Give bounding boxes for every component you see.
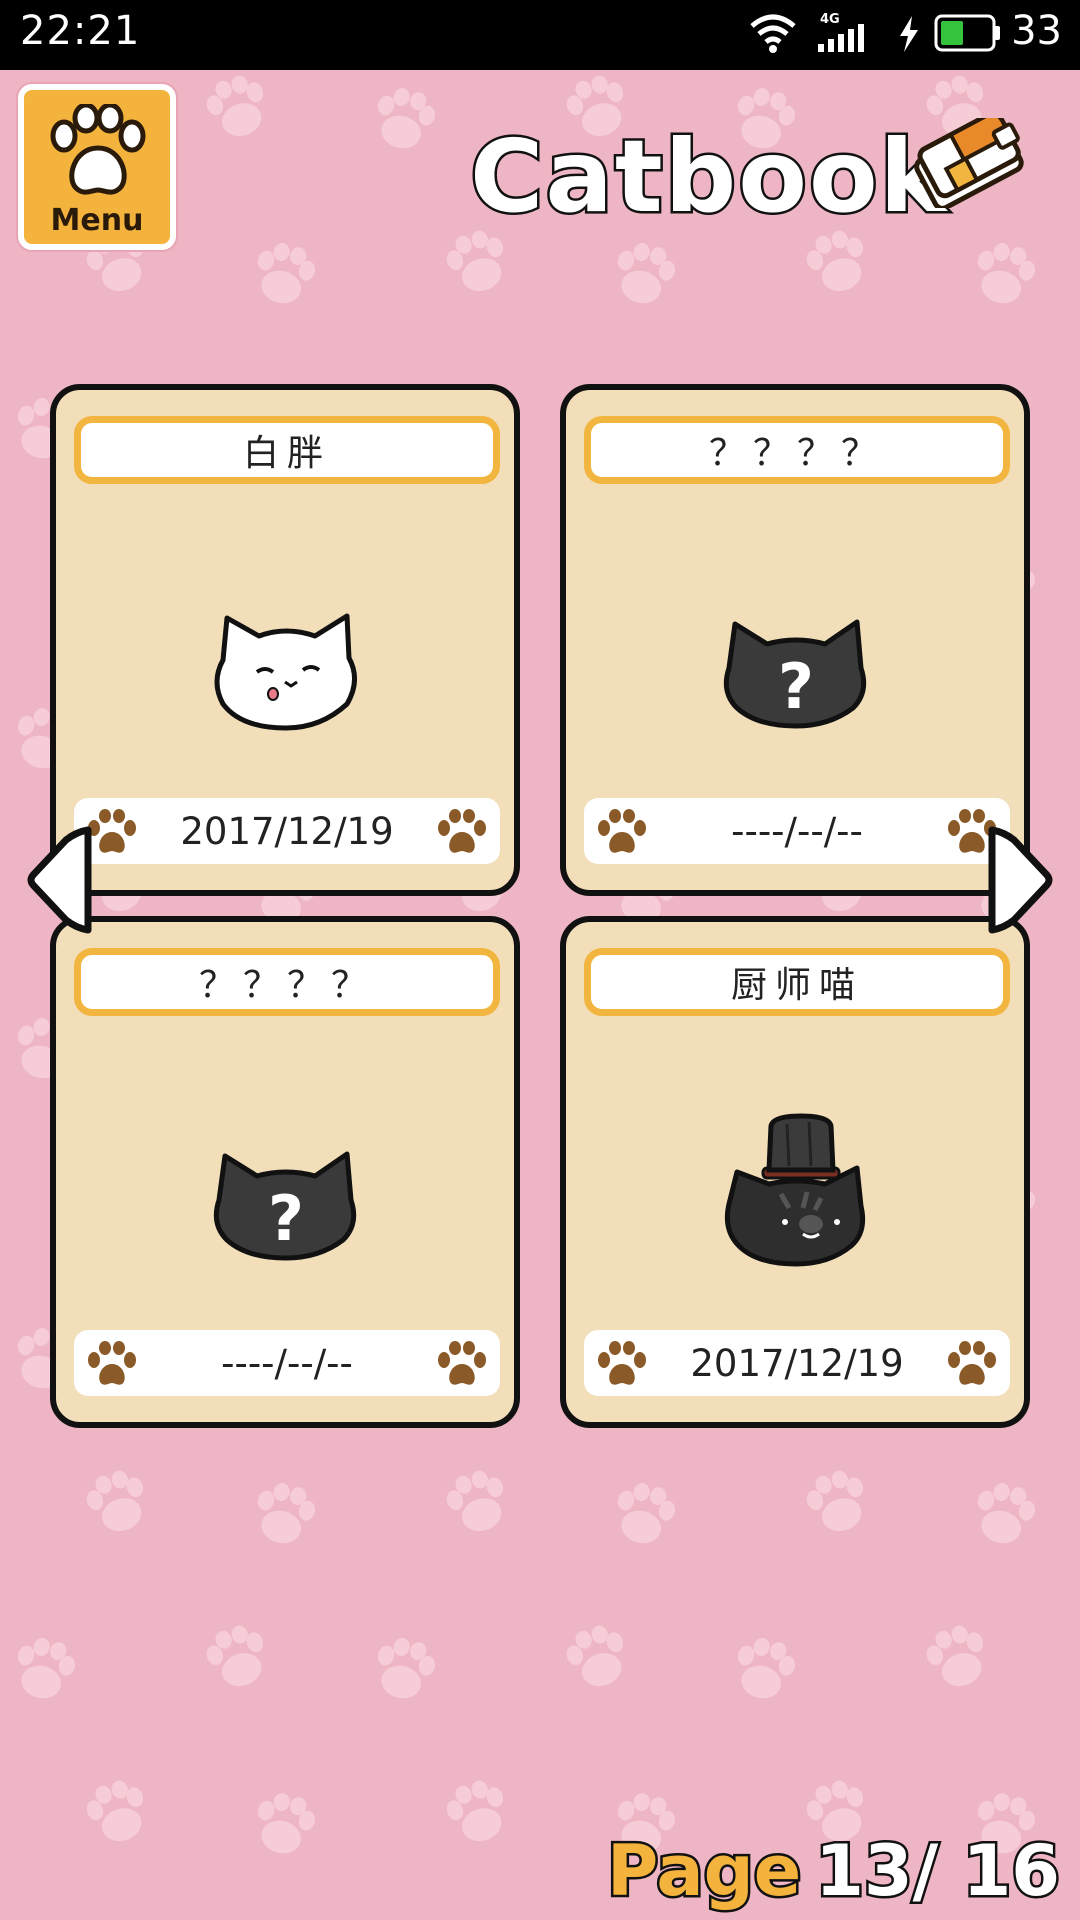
cat-name: 白胖 — [74, 416, 500, 484]
background-paw-icon — [86, 1470, 144, 1532]
date-bar: ----/--/-- — [74, 1330, 500, 1396]
menu-label: Menu — [50, 203, 144, 238]
cat-card[interactable]: 厨师喵 2017/12/19 — [560, 916, 1030, 1428]
background-paw-icon — [377, 88, 436, 149]
unknown-cat-icon: ? — [723, 619, 867, 729]
background-paw-icon — [86, 1780, 144, 1842]
white-cat-icon — [214, 613, 357, 731]
cat-card[interactable]: 白胖 2017/12/19 — [50, 384, 520, 896]
background-paw-icon — [257, 1793, 316, 1854]
cat-name: ？？？？ — [74, 948, 500, 1016]
battery-level: 33 — [1011, 8, 1062, 54]
background-paw-icon — [926, 1625, 984, 1687]
cat-card[interactable]: ？？？？ ? ----/--/-- — [560, 384, 1030, 896]
catbook-icon — [914, 118, 1024, 208]
status-bar: 22:21 4G 33 — [0, 0, 1080, 70]
background-paw-icon — [806, 1470, 864, 1532]
background-paw-icon — [206, 75, 264, 137]
date-bar: 2017/12/19 — [74, 798, 500, 864]
background-paw-icon — [17, 1638, 76, 1699]
paw-icon — [50, 104, 146, 195]
date-bar: ----/--/-- — [584, 798, 1010, 864]
background-paw-icon — [737, 1638, 796, 1699]
wifi-icon — [750, 14, 796, 53]
battery-icon — [934, 14, 1000, 52]
chef-cat-icon — [724, 1113, 866, 1267]
background-paw-icon — [566, 1625, 624, 1687]
left-arrow-icon[interactable] — [26, 824, 96, 936]
cat-name: 厨师喵 — [584, 948, 1010, 1016]
background-paw-icon — [257, 243, 316, 304]
date-bar: 2017/12/19 — [584, 1330, 1010, 1396]
page-indicator: Page 13/ 16 — [604, 1828, 1063, 1915]
cat-name: ？？？？ — [584, 416, 1010, 484]
background-paw-icon — [977, 243, 1036, 304]
background-paw-icon — [446, 1470, 504, 1532]
unknown-cat-icon: ? — [213, 1151, 357, 1261]
background-paw-icon — [377, 1638, 436, 1699]
charging-icon — [900, 16, 918, 52]
menu-button[interactable]: Menu — [18, 84, 176, 250]
paw-icon — [948, 1341, 996, 1385]
svg-text:?: ? — [268, 1182, 304, 1255]
right-arrow-icon[interactable] — [984, 824, 1054, 936]
background-paw-icon — [206, 1625, 264, 1687]
background-paw-icon — [257, 1483, 316, 1544]
background-paw-icon — [617, 243, 676, 304]
status-time: 22:21 — [20, 8, 141, 54]
page-title: Catbook — [467, 116, 949, 238]
cellular-signal-icon — [818, 24, 864, 52]
cat-card[interactable]: ？？？？ ? ----/--/-- — [50, 916, 520, 1428]
background-paw-icon — [977, 1483, 1036, 1544]
paw-icon — [438, 1341, 486, 1385]
background-paw-icon — [806, 230, 864, 292]
svg-text:?: ? — [778, 650, 814, 723]
page-number: 13/ 16 — [813, 1828, 1063, 1915]
background-paw-icon — [617, 1483, 676, 1544]
background-paw-icon — [446, 230, 504, 292]
background-paw-icon — [446, 1780, 504, 1842]
page-label: Page — [604, 1828, 803, 1915]
paw-icon — [438, 809, 486, 853]
